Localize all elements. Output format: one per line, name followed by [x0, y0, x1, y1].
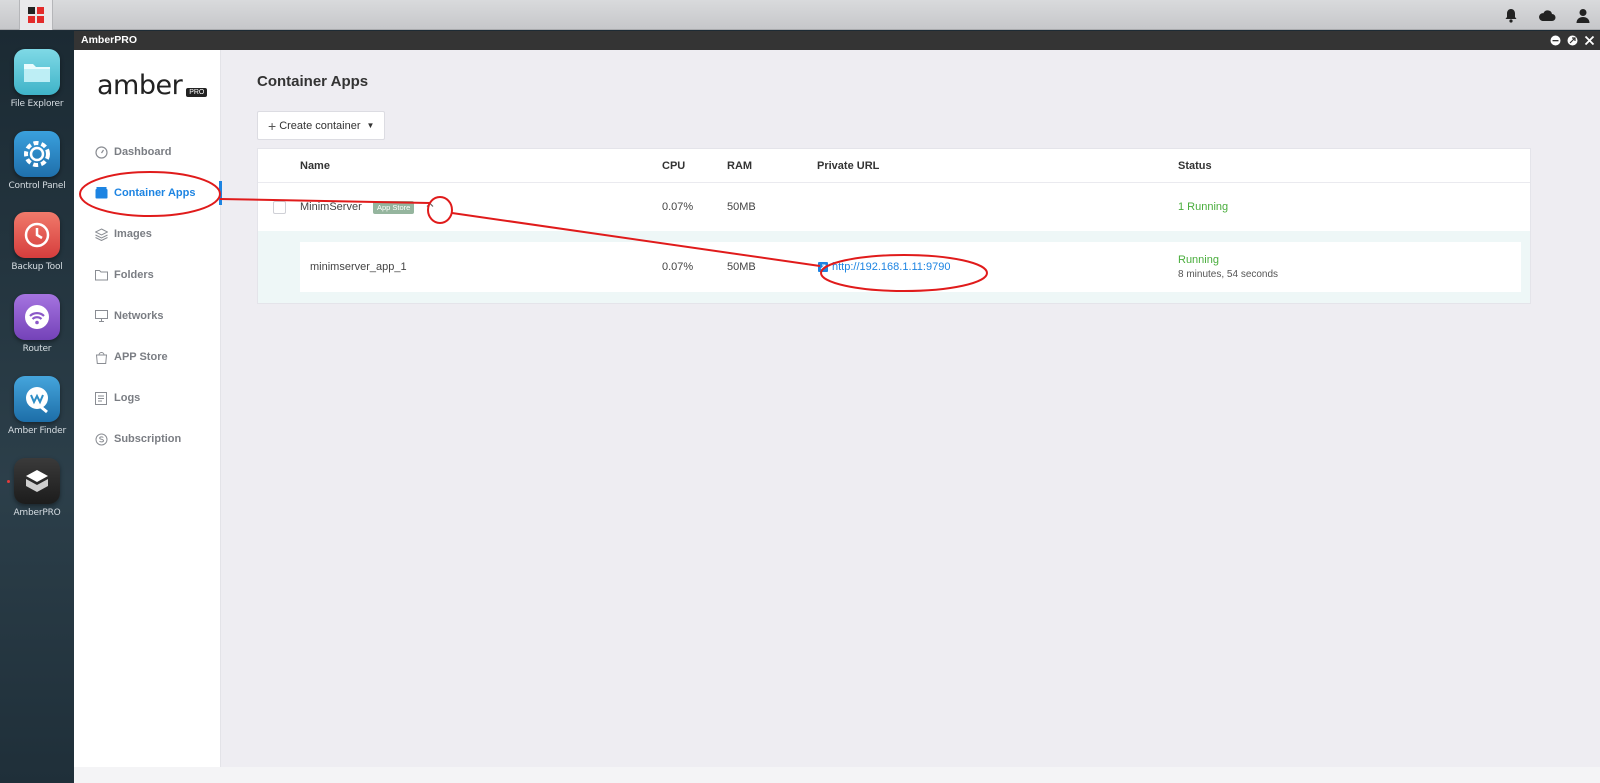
sidebar-item-networks[interactable]: Networks: [74, 304, 221, 328]
sidebar-item-dashboard[interactable]: Dashboard: [74, 140, 221, 164]
window-title: AmberPRO: [81, 34, 138, 46]
sub-container-cpu: 0.07%: [662, 261, 694, 273]
dock-label: Backup Tool: [11, 262, 63, 272]
sidebar-item-images[interactable]: Images: [74, 222, 221, 246]
container-icon: [94, 186, 108, 200]
sidebar-item-label: Dashboard: [114, 146, 172, 158]
external-link-icon: [818, 262, 828, 272]
sidebar-item-logs[interactable]: Logs: [74, 386, 221, 410]
folder-icon: [14, 49, 60, 95]
running-indicator: [7, 480, 10, 483]
column-ram[interactable]: RAM: [727, 160, 752, 172]
sidebar-item-label: Container Apps: [114, 187, 196, 199]
system-taskbar: [0, 0, 1600, 30]
dock-item-file-explorer[interactable]: File Explorer: [0, 49, 74, 109]
sidebar-item-label: Folders: [114, 269, 154, 281]
dock-label: Router: [22, 344, 52, 354]
create-container-label: Create container: [279, 119, 361, 132]
sub-container-name: minimserver_app_1: [310, 261, 407, 273]
row-checkbox[interactable]: [273, 201, 286, 214]
finder-icon: [14, 376, 60, 422]
monitor-icon: [94, 309, 108, 323]
wifi-icon: [14, 294, 60, 340]
dock-item-backup-tool[interactable]: Backup Tool: [0, 212, 74, 272]
apps-grid-icon: [28, 7, 44, 23]
chevron-up-icon[interactable]: [424, 199, 436, 214]
system-tray: [1500, 5, 1594, 25]
logo-badge: PRO: [186, 88, 208, 97]
container-expanded-area: minimserver_app_1 0.07% 50MB http://192.…: [258, 231, 1530, 303]
sidebar: amber PRO Dashboard Container Apps Image…: [74, 50, 222, 767]
amber-logo: amber PRO: [97, 70, 208, 101]
dock-label: Control Panel: [8, 181, 66, 191]
container-name: MinimServer: [300, 201, 362, 213]
logo-text: amber: [97, 70, 183, 101]
sidebar-item-label: Images: [114, 228, 152, 240]
folder-icon: [94, 268, 108, 282]
bag-icon: [94, 350, 108, 364]
dock-label: Amber Finder: [7, 426, 66, 436]
sidebar-item-subscription[interactable]: Subscription: [74, 427, 221, 451]
table-header: Name CPU RAM Private URL Status: [258, 149, 1530, 183]
clock-icon: [14, 212, 60, 258]
dock-label: AmberPRO: [13, 508, 61, 518]
sidebar-item-label: Networks: [114, 310, 164, 322]
caret-down-icon: ▼: [366, 121, 375, 130]
list-item[interactable]: minimserver_app_1 0.07% 50MB http://192.…: [300, 242, 1521, 292]
container-status: 1 Running: [1178, 201, 1229, 213]
app-dock: File Explorer Control Panel Backup Tool …: [0, 31, 74, 783]
page-title: Container Apps: [257, 73, 369, 90]
sub-container-ram: 50MB: [727, 261, 756, 273]
sidebar-item-app-store[interactable]: APP Store: [74, 345, 221, 369]
container-ram: 50MB: [727, 201, 756, 213]
list-icon: [94, 391, 108, 405]
main-content: Container Apps + Create container ▼ Name…: [221, 50, 1600, 767]
dock-item-amberpro[interactable]: AmberPRO: [0, 458, 74, 518]
sub-container-uptime: 8 minutes, 54 seconds: [1178, 269, 1279, 280]
close-icon[interactable]: [1583, 34, 1596, 47]
sidebar-item-label: Logs: [114, 392, 141, 404]
coin-icon: [94, 432, 108, 446]
sidebar-item-folders[interactable]: Folders: [74, 263, 221, 287]
private-url-link[interactable]: http://192.168.1.11:9790: [818, 261, 950, 273]
plus-icon: +: [268, 117, 277, 134]
sidebar-item-container-apps[interactable]: Container Apps: [74, 181, 222, 205]
minimize-icon[interactable]: [1549, 34, 1562, 47]
private-url-text[interactable]: http://192.168.1.11:9790: [832, 261, 950, 273]
window-titlebar: AmberPRO: [74, 31, 1600, 50]
dock-label: File Explorer: [10, 99, 64, 109]
window-bottom-strip: [74, 767, 1600, 783]
column-cpu[interactable]: CPU: [662, 160, 685, 172]
gauge-icon: [94, 145, 108, 159]
dock-item-amber-finder[interactable]: Amber Finder: [0, 376, 74, 436]
amberpro-window: AmberPRO amber PRO Dashboard Container A…: [74, 31, 1600, 767]
sidebar-item-label: APP Store: [114, 351, 168, 363]
sub-container-status: Running: [1178, 254, 1219, 266]
dock-item-control-panel[interactable]: Control Panel: [0, 131, 74, 191]
gear-icon: [14, 131, 60, 177]
box-icon: [14, 458, 60, 504]
layers-icon: [94, 227, 108, 241]
column-name[interactable]: Name: [300, 160, 330, 172]
maximize-icon[interactable]: [1566, 34, 1579, 47]
cloud-icon[interactable]: [1536, 5, 1558, 25]
bell-icon[interactable]: [1500, 5, 1522, 25]
table-row[interactable]: MinimServer App Store 0.07% 50MB 1 Runni…: [258, 183, 1530, 231]
user-icon[interactable]: [1572, 5, 1594, 25]
column-private-url: Private URL: [817, 160, 880, 172]
app-store-badge: App Store: [373, 201, 415, 214]
dock-item-router[interactable]: Router: [0, 294, 74, 354]
sidebar-item-label: Subscription: [114, 433, 182, 445]
container-cpu: 0.07%: [662, 201, 694, 213]
column-status[interactable]: Status: [1178, 160, 1212, 172]
create-container-button[interactable]: + Create container ▼: [257, 111, 386, 140]
containers-table: Name CPU RAM Private URL Status MinimSer…: [257, 148, 1531, 304]
start-menu-button[interactable]: [19, 0, 53, 30]
